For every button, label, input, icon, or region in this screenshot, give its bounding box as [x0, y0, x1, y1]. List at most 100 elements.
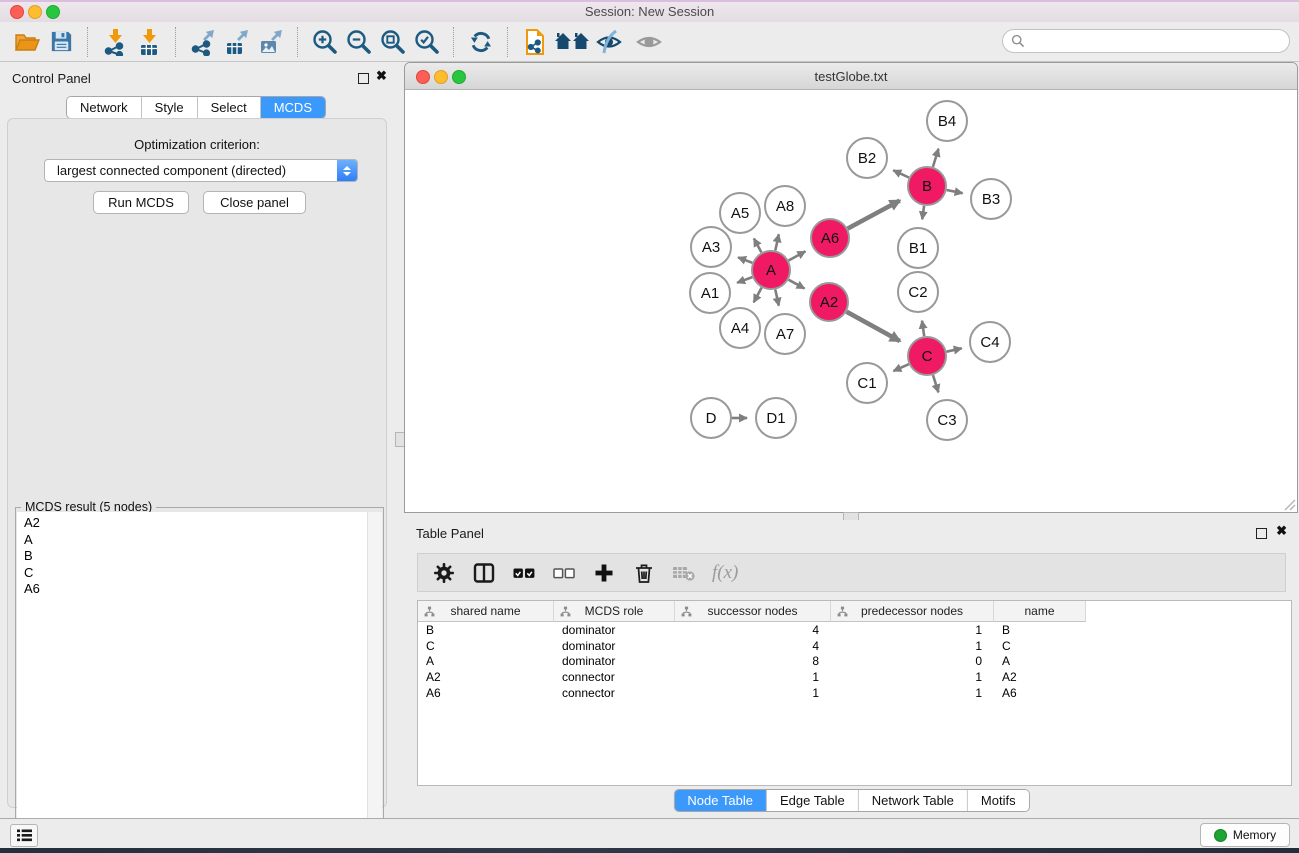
graph-edge-A-A6[interactable] [789, 251, 806, 260]
mcds-result-item[interactable]: A [17, 532, 368, 549]
table-cell: 1 [831, 623, 994, 637]
memory-button[interactable]: Memory [1200, 823, 1290, 847]
window-resize-grip[interactable] [1282, 497, 1296, 511]
mcds-result-item[interactable]: A6 [17, 581, 368, 598]
close-panel-icon[interactable]: ✖ [376, 69, 387, 83]
graph-node-label: C4 [980, 334, 999, 351]
table-cell: 4 [675, 639, 831, 653]
column-header-name[interactable]: name [994, 601, 1086, 622]
table-cell: B [418, 623, 554, 637]
graph-edge-B-B2[interactable] [893, 170, 909, 177]
table-settings-icon[interactable] [432, 561, 456, 585]
refresh-layout-icon[interactable] [464, 26, 498, 58]
zoom-in-icon[interactable] [308, 26, 342, 58]
mcds-result-item[interactable]: C [17, 565, 368, 582]
run-mcds-button[interactable]: Run MCDS [93, 191, 189, 214]
search-input[interactable] [1002, 29, 1290, 53]
graph-edge-B-B3[interactable] [947, 190, 963, 193]
graph-edge-A-A8[interactable] [775, 234, 779, 250]
optimization-criterion-select[interactable]: largest connected component (directed) [44, 159, 358, 182]
tab-mcds[interactable]: MCDS [261, 97, 325, 118]
column-header-shared-name[interactable]: shared name [418, 601, 554, 622]
add-column-icon[interactable] [592, 561, 616, 585]
export-network-icon[interactable] [186, 26, 220, 58]
select-all-icon[interactable] [512, 561, 536, 585]
mcds-result-item[interactable]: A2 [17, 515, 368, 532]
network-graph-canvas[interactable]: B4B2BB3A5A8A6B1A3AA1C2A2A4A7C4CC1C3DD1 [405, 89, 1297, 512]
network-window-titlebar[interactable]: testGlobe.txt [405, 63, 1297, 90]
graph-edge-A2-C[interactable] [847, 312, 900, 341]
delete-table-icon[interactable] [672, 561, 696, 585]
tab-select[interactable]: Select [198, 97, 261, 118]
table-cell: dominator [554, 654, 675, 668]
export-image-icon[interactable] [254, 26, 288, 58]
titlebar-accent-line [0, 0, 1299, 2]
delete-column-icon[interactable] [632, 561, 656, 585]
list-icon [16, 828, 33, 843]
tab-network-table[interactable]: Network Table [859, 790, 968, 811]
table-row[interactable]: Adominator80A [418, 654, 1291, 670]
table-row[interactable]: Bdominator41B [418, 622, 1291, 638]
float-table-panel-icon[interactable] [1256, 528, 1267, 539]
table-row[interactable]: Cdominator41C [418, 638, 1291, 654]
table-row[interactable]: A2connector11A2 [418, 669, 1291, 685]
graph-edge-B-B1[interactable] [922, 206, 924, 220]
graph-edge-C-C2[interactable] [922, 321, 924, 337]
save-session-icon[interactable] [44, 26, 78, 58]
network-view-window: testGlobe.txt B4B2BB3A5A8A6B1A3AA1C2A2A4… [404, 62, 1298, 513]
tab-style[interactable]: Style [142, 97, 198, 118]
column-header-successor-nodes[interactable]: successor nodes [675, 601, 831, 622]
graph-edge-C-C3[interactable] [933, 375, 938, 392]
graph-edge-A6-B[interactable] [848, 201, 900, 229]
mcds-result-item[interactable]: B [17, 548, 368, 565]
graph-edge-C-C4[interactable] [947, 348, 962, 351]
node-table[interactable]: shared nameMCDS rolesuccessor nodesprede… [417, 600, 1292, 786]
tab-network[interactable]: Network [67, 97, 142, 118]
table-toolbar: f(x) [417, 553, 1286, 592]
first-neighbors-icon[interactable] [552, 26, 592, 58]
graph-edge-A-A7[interactable] [775, 290, 779, 306]
table-cell: dominator [554, 639, 675, 653]
export-table-icon[interactable] [220, 26, 254, 58]
tab-motifs[interactable]: Motifs [968, 790, 1029, 811]
close-panel-button[interactable]: Close panel [203, 191, 306, 214]
zoom-selected-icon[interactable] [410, 26, 444, 58]
column-visibility-icon[interactable] [472, 561, 496, 585]
control-panel-tab-bar: NetworkStyleSelectMCDS [0, 96, 392, 119]
graph-edge-C-C1[interactable] [893, 364, 908, 371]
column-header-MCDS-role[interactable]: MCDS role [554, 601, 675, 622]
zoom-fit-icon[interactable] [376, 26, 410, 58]
table-tabs: Node TableEdge TableNetwork TableMotifs [673, 789, 1029, 812]
import-network-icon[interactable] [98, 26, 132, 58]
graph-node-label: B2 [858, 150, 876, 167]
show-all-icon[interactable] [632, 26, 666, 58]
tab-node-table[interactable]: Node Table [674, 790, 767, 811]
table-row[interactable]: A6connector11A6 [418, 685, 1291, 701]
status-bar: Memory [0, 818, 1299, 849]
new-network-from-selection-icon[interactable] [518, 26, 552, 58]
result-list-scrollbar[interactable] [367, 512, 382, 852]
mcds-result-list: A2ABCA6 [17, 512, 368, 852]
graph-edge-A-A1[interactable] [737, 277, 752, 283]
import-table-icon[interactable] [132, 26, 166, 58]
deselect-all-icon[interactable] [552, 561, 576, 585]
column-header-predecessor-nodes[interactable]: predecessor nodes [831, 601, 994, 622]
memory-status-icon [1214, 829, 1227, 842]
graph-node-label: B1 [909, 240, 927, 257]
toolbar-separator [175, 27, 177, 57]
zoom-out-icon[interactable] [342, 26, 376, 58]
open-session-icon[interactable] [10, 26, 44, 58]
tab-edge-table[interactable]: Edge Table [767, 790, 859, 811]
graph-edge-A-A3[interactable] [738, 257, 752, 262]
function-builder-icon[interactable]: f(x) [712, 562, 738, 584]
close-table-panel-icon[interactable]: ✖ [1276, 524, 1287, 538]
float-panel-icon[interactable] [358, 73, 369, 84]
graph-edge-A-A2[interactable] [789, 280, 805, 289]
search-icon [1011, 34, 1025, 48]
task-history-button[interactable] [10, 824, 38, 847]
graph-edge-B-B4[interactable] [933, 149, 939, 167]
table-tab-bar: Node TableEdge TableNetwork TableMotifs [673, 789, 1029, 812]
hide-selected-icon[interactable] [592, 26, 626, 58]
graph-edge-A-A4[interactable] [754, 288, 762, 303]
graph-edge-A-A5[interactable] [754, 239, 762, 253]
